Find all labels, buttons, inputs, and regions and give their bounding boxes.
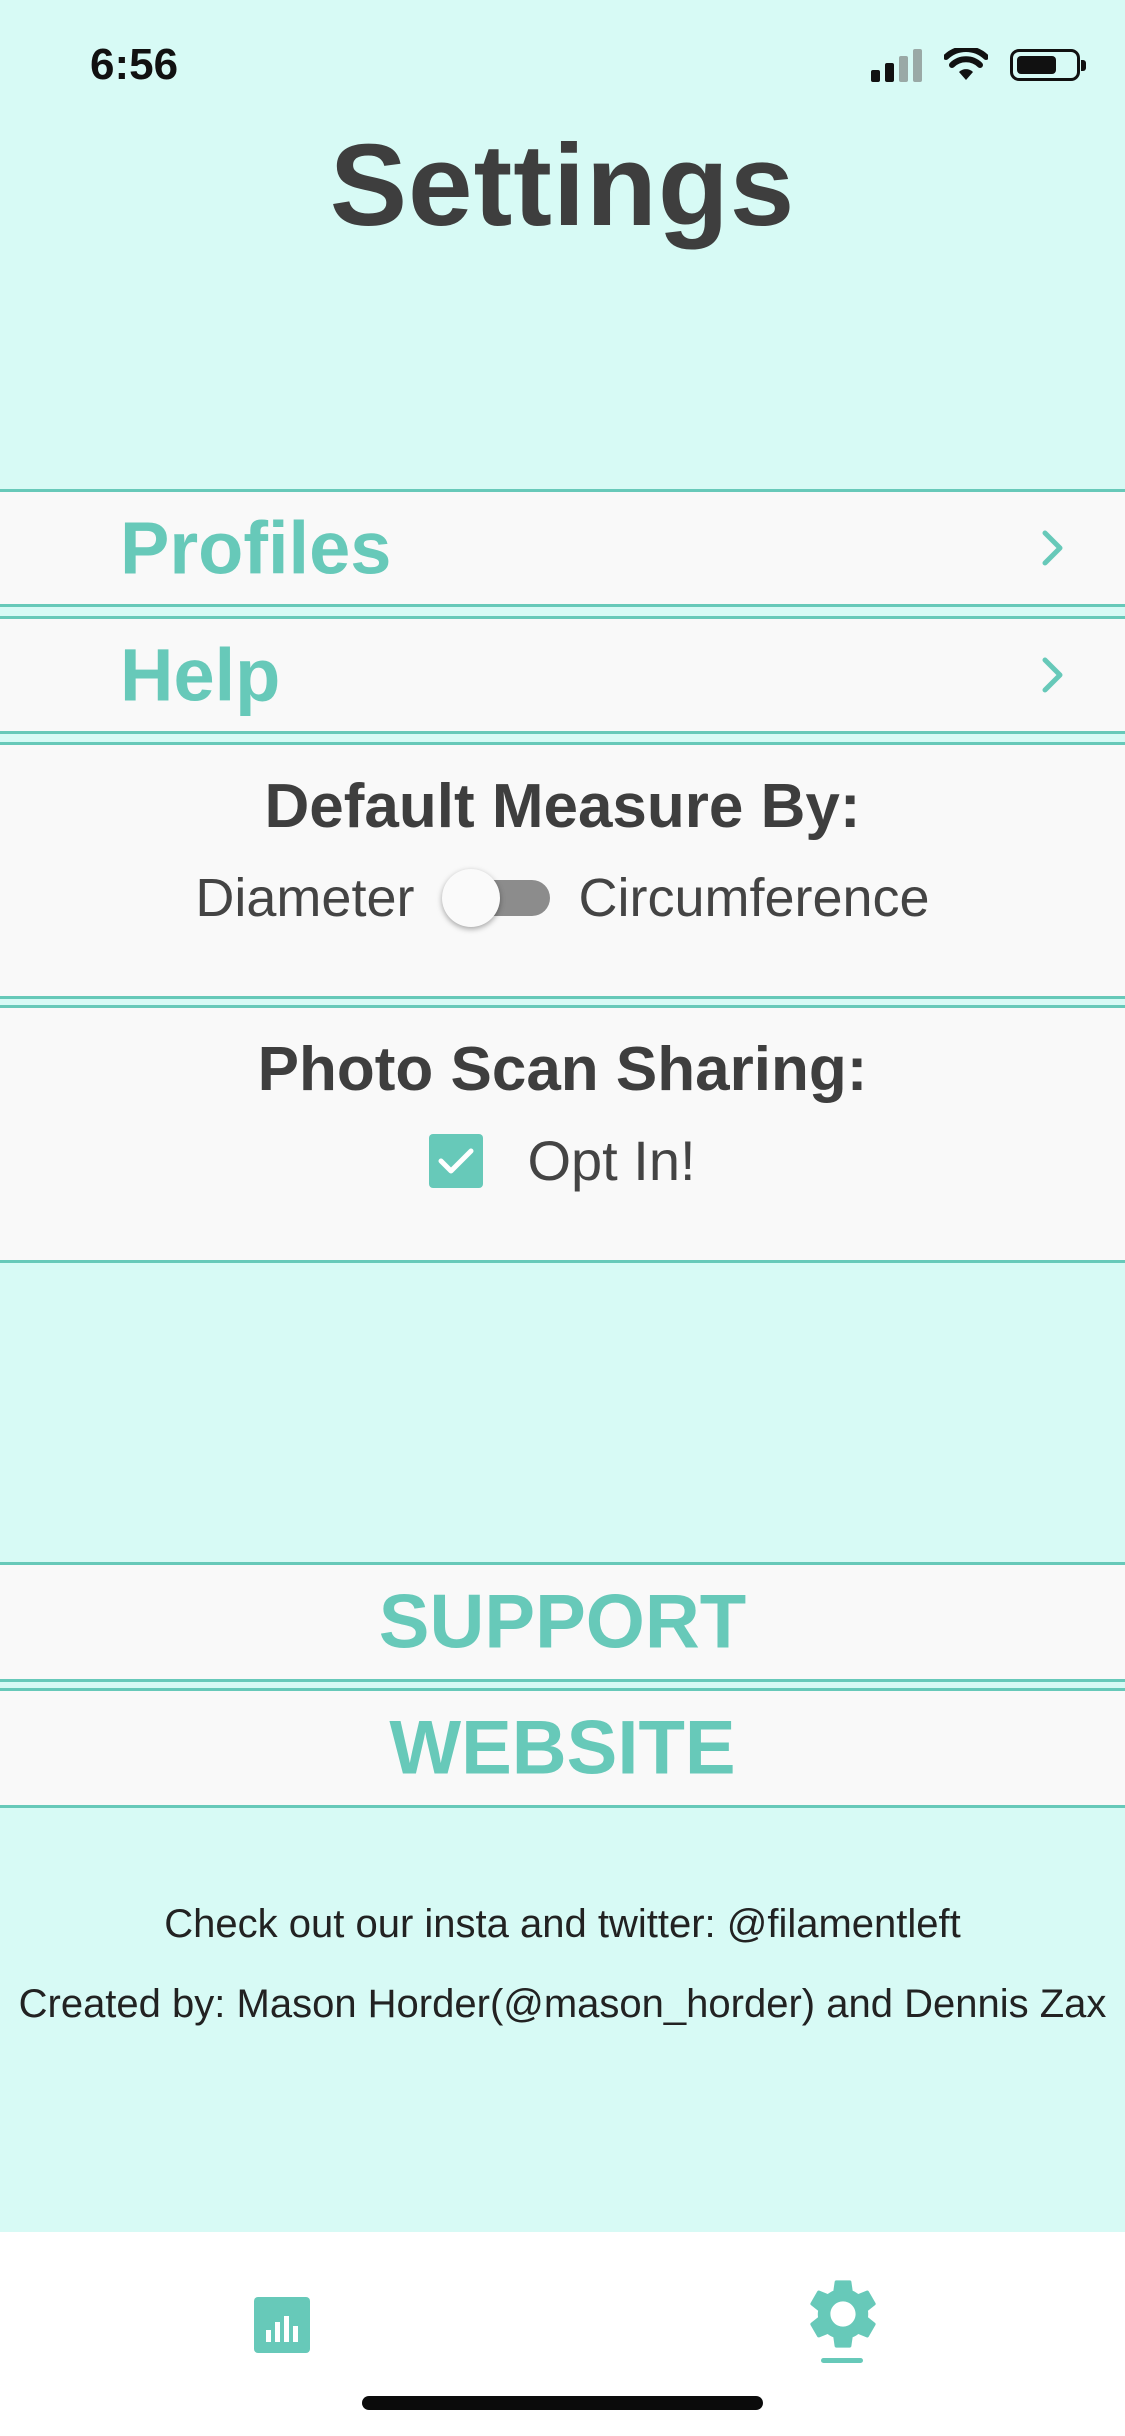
profiles-row[interactable]: Profiles: [0, 489, 1125, 607]
status-bar: 6:56: [0, 0, 1125, 130]
tab-stats[interactable]: [222, 2272, 342, 2392]
wifi-icon: [944, 48, 988, 80]
website-button[interactable]: WEBSITE: [0, 1688, 1125, 1808]
measure-toggle[interactable]: [442, 869, 551, 927]
chevron-right-icon: [1042, 657, 1063, 693]
opt-in-checkbox[interactable]: [429, 1133, 484, 1188]
toggle-knob: [442, 869, 501, 927]
gear-icon: [810, 2280, 876, 2348]
battery-icon: [1010, 49, 1086, 81]
help-row[interactable]: Help: [0, 616, 1125, 734]
bar-chart-icon: [254, 2297, 310, 2353]
diameter-label: Diameter: [195, 868, 415, 928]
sharing-section: Photo Scan Sharing: Opt In!: [0, 1005, 1125, 1263]
website-label: WEBSITE: [389, 1705, 736, 1791]
page-title: Settings: [329, 120, 796, 250]
credits-text: Created by: Mason Horder(@mason_horder) …: [18, 1982, 1107, 2026]
opt-in-label: Opt In!: [527, 1129, 696, 1192]
opt-in-line: Opt In!: [0, 1128, 1125, 1193]
measure-section: Default Measure By: Diameter Circumferen…: [0, 742, 1125, 999]
checkmark-icon: [438, 1148, 474, 1173]
social-text: Check out our insta and twitter: @filame…: [164, 1902, 961, 1946]
cellular-signal-icon: [871, 48, 922, 82]
sharing-title: Photo Scan Sharing:: [257, 1035, 868, 1104]
help-label: Help: [120, 633, 281, 717]
support-button[interactable]: SUPPORT: [0, 1562, 1125, 1682]
active-tab-indicator: [821, 2358, 863, 2363]
circumference-label: Circumference: [578, 868, 930, 928]
chevron-right-icon: [1042, 530, 1063, 566]
support-label: SUPPORT: [378, 1579, 747, 1665]
profiles-label: Profiles: [120, 506, 392, 590]
tab-settings[interactable]: [801, 2272, 921, 2392]
measure-toggle-line: Diameter Circumference: [0, 867, 1125, 929]
measure-title: Default Measure By:: [264, 772, 861, 841]
status-time: 6:56: [90, 40, 179, 89]
status-icons: [871, 48, 1086, 82]
battery-level: [1017, 56, 1056, 74]
home-indicator: [362, 2396, 763, 2410]
